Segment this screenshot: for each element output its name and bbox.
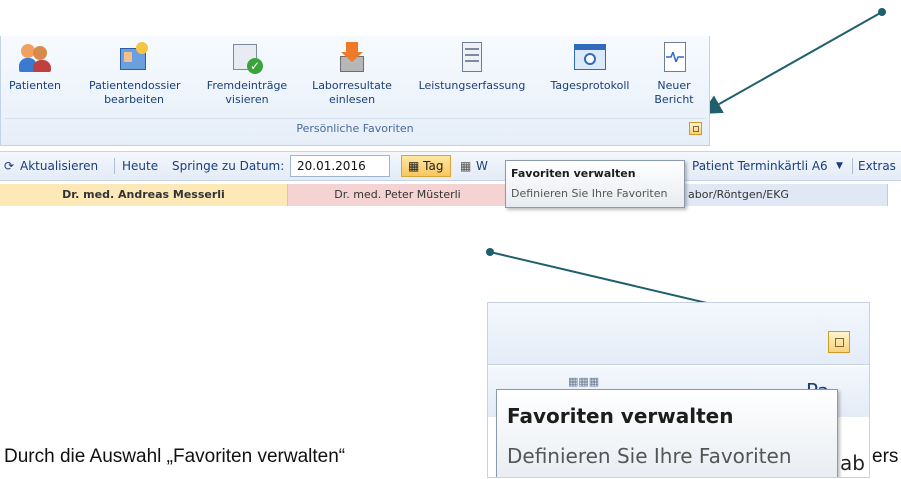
service-entry-label: Leistungserfassung bbox=[418, 79, 526, 92]
day-protocol-icon bbox=[574, 42, 606, 74]
approve-entries-button[interactable]: ✓ Fremdeinträge visieren bbox=[205, 42, 289, 107]
approve-label-2: visieren bbox=[225, 93, 269, 106]
week-view-zoom-icon: ▦▦▦ bbox=[568, 375, 600, 388]
inset-partial-ab: ab bbox=[840, 451, 865, 475]
tooltip-description: Definieren Sie Ihre Favoriten bbox=[511, 187, 668, 200]
caption-main: Durch die Auswahl „Favoriten verwalten“ bbox=[4, 446, 346, 467]
calendar-toolbar: ⟳ Aktualisieren Heute Springe zu Datum: … bbox=[0, 151, 901, 181]
day-view-button[interactable]: ▦ Tag bbox=[401, 155, 451, 177]
tooltip-favorites-zoomed: Favoriten verwalten Definieren Sie Ihre … bbox=[496, 389, 838, 477]
new-report-label-1: Neuer bbox=[657, 79, 691, 92]
jump-to-date-label: Springe zu Datum: bbox=[172, 159, 285, 173]
calendar-day-icon: ▦ bbox=[408, 159, 420, 173]
refresh-icon[interactable]: ⟳ bbox=[4, 159, 14, 173]
doctor-column-1[interactable]: Dr. med. Andreas Messerli bbox=[0, 184, 288, 206]
patients-button[interactable]: Patienten bbox=[7, 42, 63, 93]
day-protocol-label: Tagesprotokoll bbox=[550, 79, 630, 92]
extras-menu[interactable]: Extras bbox=[858, 159, 896, 173]
arrow-inset-dot bbox=[486, 248, 494, 256]
group-divider bbox=[5, 118, 705, 119]
dossier-icon bbox=[118, 42, 150, 74]
tooltip-title-zoomed: Favoriten verwalten bbox=[507, 404, 734, 428]
day-protocol-button[interactable]: Tagesprotokoll bbox=[539, 42, 641, 93]
service-entry-icon bbox=[456, 42, 488, 74]
approve-entries-icon: ✓ bbox=[231, 42, 263, 74]
week-view-icon[interactable]: ▦ bbox=[460, 159, 471, 173]
new-report-button[interactable]: Neuer Bericht bbox=[649, 42, 699, 107]
arrow-top-dot bbox=[878, 8, 886, 16]
chevron-down-icon[interactable]: ▼ bbox=[836, 161, 843, 171]
dossier-label-2: bearbeiten bbox=[104, 93, 164, 106]
tooltip-description-zoomed: Definieren Sie Ihre Favoriten bbox=[507, 444, 792, 468]
caption-tail: ers bbox=[872, 446, 899, 467]
doctor-columns: Dr. med. Andreas Messerli Dr. med. Peter… bbox=[0, 184, 901, 206]
today-button[interactable]: Heute bbox=[122, 159, 158, 173]
tooltip-favorites: Favoriten verwalten Definieren Sie Ihre … bbox=[505, 160, 685, 208]
toolbar-separator bbox=[114, 158, 115, 174]
week-view-label[interactable]: W bbox=[476, 159, 488, 173]
group-label: Persönliche Favoriten bbox=[296, 122, 414, 135]
lab-import-label-2: einlesen bbox=[328, 93, 376, 106]
doctor-column-2[interactable]: Dr. med. Peter Müsterli bbox=[288, 184, 508, 206]
approve-label-1: Fremdeinträge bbox=[206, 79, 288, 92]
lab-import-label-1: Laborresultate bbox=[312, 79, 392, 92]
service-entry-button[interactable]: Leistungserfassung bbox=[416, 42, 528, 93]
patients-icon bbox=[19, 42, 51, 74]
dialog-launcher-icon[interactable] bbox=[689, 122, 702, 135]
day-view-label: Tag bbox=[423, 159, 444, 173]
patient-card-dropdown[interactable]: Patient Terminkärtli A6 bbox=[692, 159, 828, 173]
zoomed-inset: ▦▦▦ Pa Favoriten verwalten Definieren Si… bbox=[487, 302, 870, 478]
edit-dossier-button[interactable]: Patientendossier bearbeiten bbox=[89, 42, 181, 107]
date-input[interactable]: 20.01.2016 bbox=[290, 155, 390, 177]
dossier-label-1: Patientendossier bbox=[89, 79, 181, 92]
arrow-top bbox=[701, 11, 883, 114]
new-report-icon bbox=[658, 42, 690, 74]
lab-import-button[interactable]: Laborresultate einlesen bbox=[309, 42, 395, 107]
dialog-launcher-zoom-icon[interactable] bbox=[828, 331, 850, 353]
tooltip-title: Favoriten verwalten bbox=[511, 167, 636, 180]
ribbon-group-favorites: Patienten Patientendossier bearbeiten ✓ … bbox=[0, 36, 710, 146]
new-report-label-2: Bericht bbox=[654, 93, 694, 106]
patients-label: Patienten bbox=[8, 79, 62, 92]
toolbar-separator-2 bbox=[852, 158, 853, 174]
refresh-button[interactable]: Aktualisieren bbox=[20, 159, 98, 173]
lab-import-icon bbox=[336, 42, 368, 74]
caption-text: Durch die Auswahl „Favoriten verwalten“ bbox=[4, 446, 345, 468]
